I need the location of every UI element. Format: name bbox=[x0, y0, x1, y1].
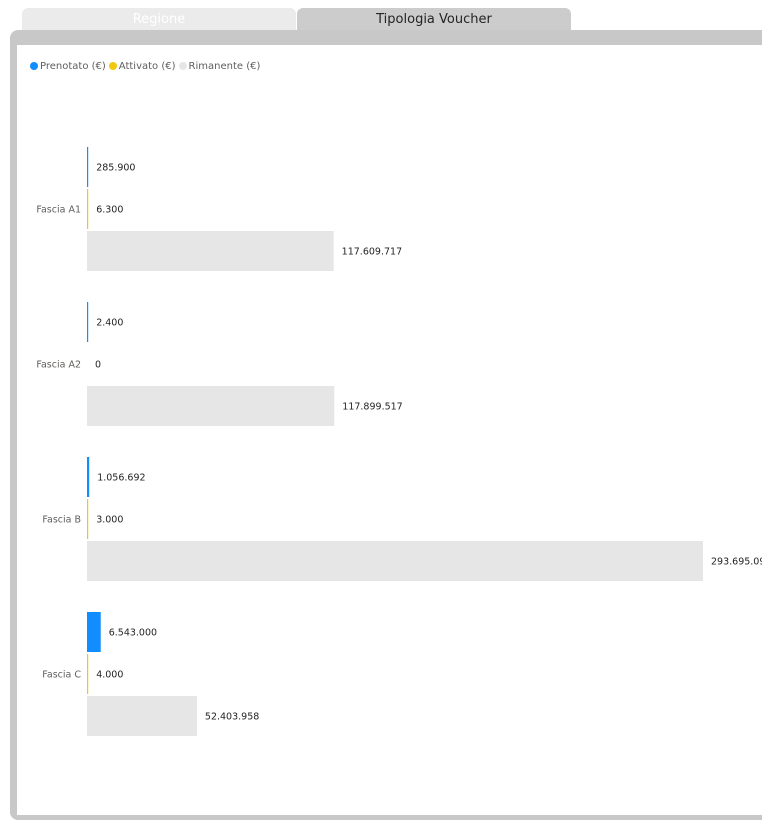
bar-prenotato-fascia-a1[interactable] bbox=[87, 147, 89, 187]
data-label-rimanente-fascia-c: 52.403.958 bbox=[205, 712, 259, 723]
bar-rimanente-fascia-a2[interactable] bbox=[87, 386, 335, 426]
data-label-prenotato-fascia-a1: 285.900 bbox=[96, 163, 135, 174]
data-label-prenotato-fascia-a2: 2.400 bbox=[96, 318, 123, 329]
bar-prenotato-fascia-a2[interactable] bbox=[87, 302, 89, 342]
bar-rimanente-fascia-c[interactable] bbox=[87, 696, 197, 736]
bar-rimanente-fascia-b[interactable] bbox=[87, 541, 703, 581]
data-label-attivato-fascia-b: 3.000 bbox=[96, 515, 123, 526]
bar-prenotato-fascia-b[interactable] bbox=[87, 457, 90, 497]
data-label-rimanente-fascia-a1: 117.609.717 bbox=[342, 247, 402, 258]
data-label-prenotato-fascia-c: 6.543.000 bbox=[109, 628, 157, 639]
bar-rimanente-fascia-a1[interactable] bbox=[87, 231, 334, 271]
category-label-fascia-b: Fascia B bbox=[42, 515, 81, 526]
data-label-prenotato-fascia-b: 1.056.692 bbox=[97, 473, 145, 484]
category-label-fascia-c: Fascia C bbox=[42, 670, 81, 681]
data-label-attivato-fascia-c: 4.000 bbox=[96, 670, 123, 681]
data-label-attivato-fascia-a1: 6.300 bbox=[96, 205, 123, 216]
bar-attivato-fascia-a1[interactable] bbox=[87, 189, 89, 229]
category-label-fascia-a2: Fascia A2 bbox=[36, 360, 81, 371]
data-label-rimanente-fascia-a2: 117.899.517 bbox=[342, 402, 402, 413]
category-label-fascia-a1: Fascia A1 bbox=[36, 205, 81, 216]
bar-prenotato-fascia-c[interactable] bbox=[87, 612, 101, 652]
data-label-attivato-fascia-a2: 0 bbox=[95, 360, 101, 371]
bar-attivato-fascia-c[interactable] bbox=[87, 654, 89, 694]
data-label-rimanente-fascia-b: 293.695.099 bbox=[711, 557, 762, 568]
bar-attivato-fascia-b[interactable] bbox=[87, 499, 89, 539]
bar-chart: Fascia A1 285.900 6.300 117.609.717 Fascia A… bbox=[36, 147, 762, 736]
